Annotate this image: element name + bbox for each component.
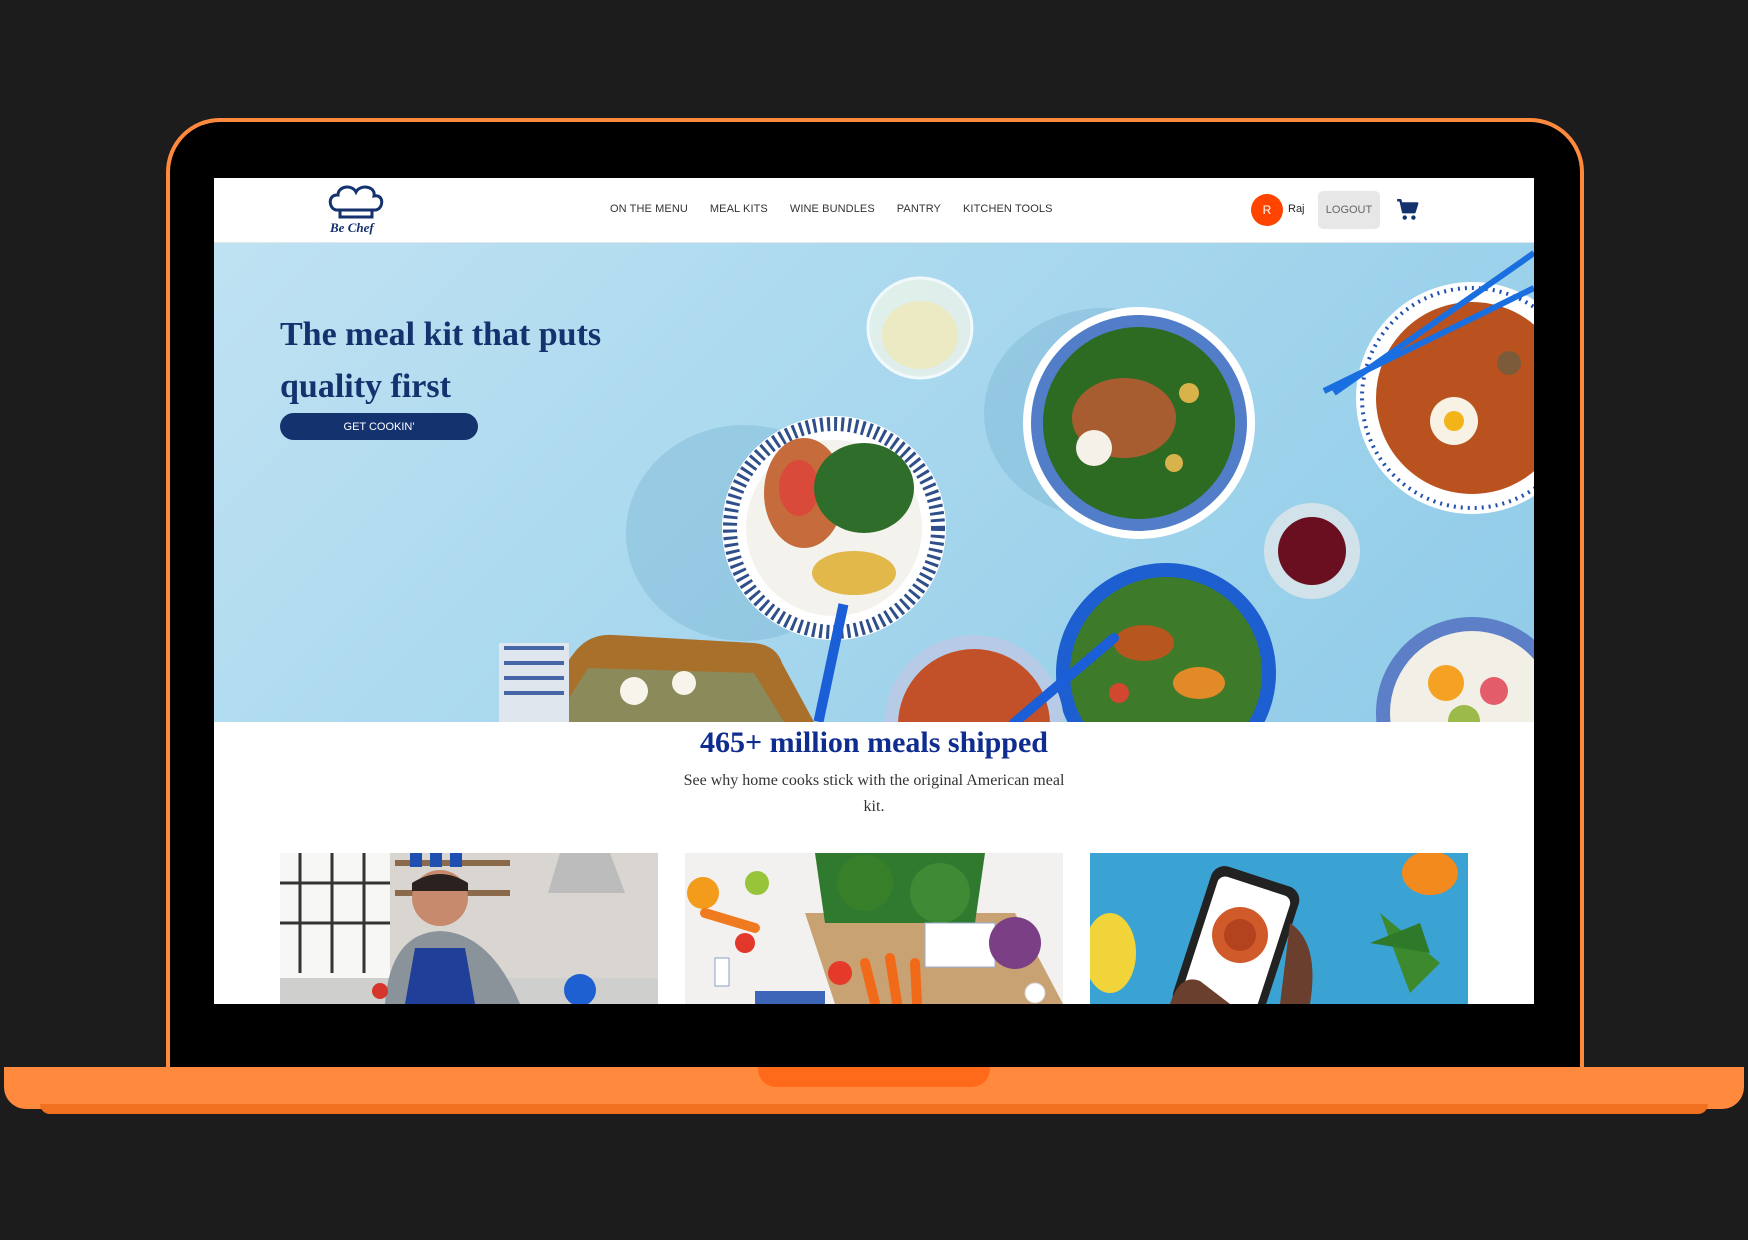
phone-app-image (1090, 853, 1468, 1004)
nav-pantry[interactable]: PANTRY (897, 203, 941, 215)
hero-title: The meal kit that puts quality first (280, 316, 602, 405)
screen: Be Chef ON THE MENU MEAL KITS WINE BUNDL… (214, 178, 1534, 1004)
cart-icon (1397, 199, 1419, 220)
logout-button[interactable]: LOGOUT (1318, 191, 1380, 229)
laptop-notch (758, 1067, 990, 1087)
feature-card-app[interactable] (1090, 853, 1468, 1004)
logo[interactable]: Be Chef (326, 184, 386, 238)
nav-wine-bundles[interactable]: WINE BUNDLES (790, 203, 875, 215)
user-name: Raj (1288, 203, 1305, 215)
nav-kitchen-tools[interactable]: KITCHEN TOOLS (963, 203, 1053, 215)
chef-hat-icon (328, 185, 384, 219)
stats-subtitle: See why home cooks stick with the origin… (683, 772, 1065, 815)
feature-card-ingredients[interactable] (685, 853, 1063, 1004)
chef-cooking-image (280, 853, 658, 1004)
site-header: Be Chef ON THE MENU MEAL KITS WINE BUNDL… (214, 178, 1534, 243)
logo-text: Be Chef (330, 220, 374, 235)
feature-card-chef[interactable] (280, 853, 658, 1004)
laptop-base-lip (40, 1104, 1708, 1114)
hero-banner: The meal kit that puts quality first GET… (214, 243, 1534, 722)
get-cookin-button[interactable]: GET COOKIN' (280, 413, 478, 440)
cart-button[interactable] (1395, 197, 1421, 223)
nav-on-the-menu[interactable]: ON THE MENU (610, 203, 688, 215)
nav-meal-kits[interactable]: MEAL KITS (710, 203, 768, 215)
main-nav: ON THE MENU MEAL KITS WINE BUNDLES PANTR… (610, 203, 1053, 215)
stats-title: 465+ million meals shipped (700, 726, 1048, 759)
ingredients-box-image (685, 853, 1063, 1004)
avatar[interactable]: R (1251, 194, 1283, 226)
